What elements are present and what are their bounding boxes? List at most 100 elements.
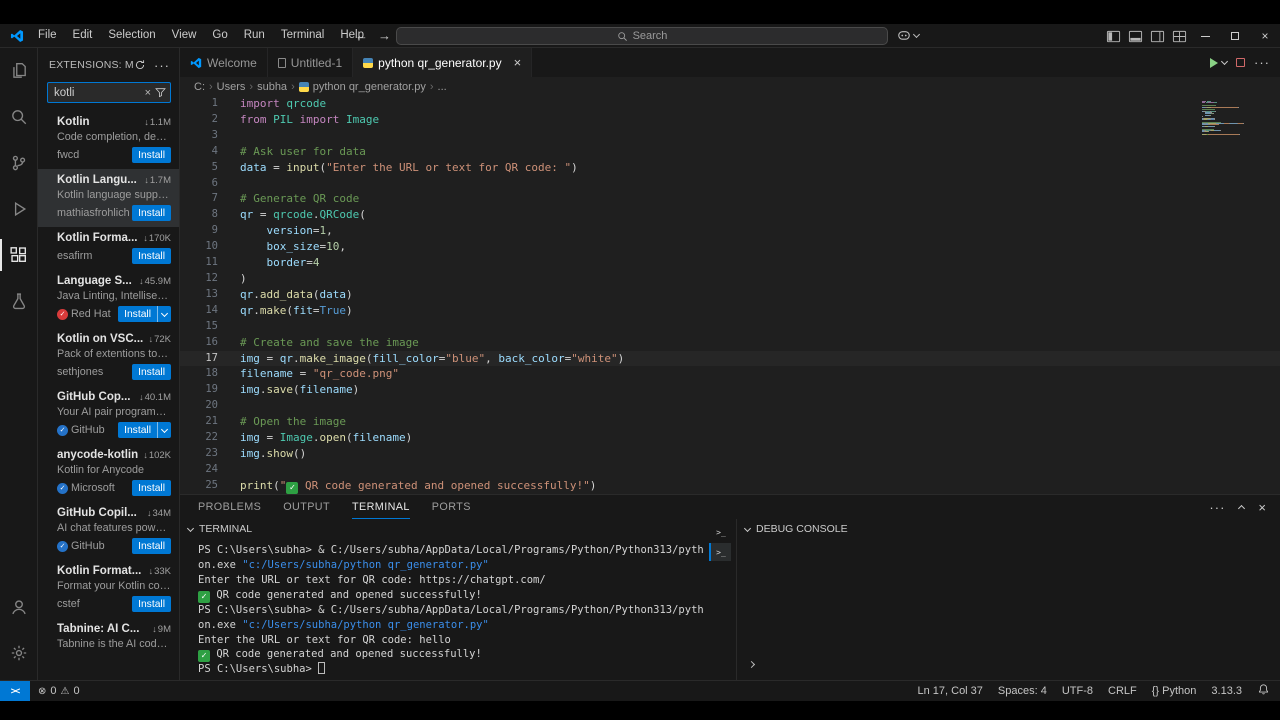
menu-file[interactable]: File — [30, 24, 65, 47]
menu-selection[interactable]: Selection — [100, 24, 163, 47]
code-line[interactable]: 8 qr = qrcode.QRCode( — [180, 207, 1280, 223]
toggle-panel-icon[interactable] — [1124, 24, 1146, 48]
forward-arrow-icon[interactable]: → — [378, 24, 391, 47]
menu-go[interactable]: Go — [204, 24, 235, 47]
terminal-section-header[interactable]: TERMINAL — [180, 519, 736, 539]
install-dropdown-icon[interactable] — [157, 422, 171, 438]
status-eol[interactable]: CRLF — [1108, 685, 1137, 697]
code-line[interactable]: 16 # Create and save the image — [180, 335, 1280, 351]
code-line[interactable]: 20 — [180, 398, 1280, 414]
extension-list-item[interactable]: GitHub Copil... ↓34M AI chat features powe… — [38, 502, 179, 560]
maximize-panel-icon[interactable] — [1238, 504, 1246, 513]
extension-list-item[interactable]: Tabnine: AI C... ↓9M Tabnine is the AI cod… — [38, 618, 179, 656]
code-line[interactable]: 9 version=1, — [180, 223, 1280, 239]
extension-list-item[interactable]: Kotlin on VSC... ↓72K Pack of extentions t… — [38, 328, 179, 386]
status-python-version[interactable]: 3.13.3 — [1211, 685, 1242, 697]
breadcrumb-item[interactable]: Users — [217, 81, 246, 93]
code-line[interactable]: 22 img = Image.open(filename) — [180, 430, 1280, 446]
extension-list-item[interactable]: Language S... ↓45.9M Java Linting, Intelli… — [38, 270, 179, 328]
command-center-search[interactable]: Search — [396, 27, 888, 45]
status-language-mode[interactable]: {} Python — [1152, 685, 1197, 697]
refresh-icon[interactable] — [134, 59, 146, 71]
activitybar-extensions[interactable] — [0, 232, 37, 278]
code-line[interactable]: 21 # Open the image — [180, 414, 1280, 430]
install-button[interactable]: Install — [132, 248, 171, 264]
activitybar-run-debug[interactable] — [0, 186, 37, 232]
install-dropdown-icon[interactable] — [157, 306, 171, 322]
code-line[interactable]: 6 — [180, 176, 1280, 192]
status-encoding[interactable]: UTF-8 — [1062, 685, 1093, 697]
more-actions-icon[interactable]: ··· — [154, 58, 170, 73]
debug-console-prompt[interactable] — [747, 654, 756, 672]
code-line[interactable]: 14 qr.make(fit=True) — [180, 303, 1280, 319]
close-tab-icon[interactable]: × — [514, 55, 522, 70]
filter-icon[interactable] — [155, 87, 166, 98]
code-line[interactable]: 19 img.save(filename) — [180, 382, 1280, 398]
install-button[interactable]: Install — [118, 422, 171, 438]
panel-tab-terminal[interactable]: TERMINAL — [352, 495, 410, 519]
code-line[interactable]: 1 import qrcode — [180, 96, 1280, 112]
code-line[interactable]: 3 — [180, 128, 1280, 144]
square-icon[interactable] — [1236, 58, 1245, 67]
run-python-file-button[interactable] — [1210, 57, 1229, 68]
activitybar-testing[interactable] — [0, 278, 37, 324]
debug-console-header[interactable]: DEBUG CONSOLE — [737, 519, 1280, 539]
tab-untitled-1[interactable]: Untitled-1 — [267, 48, 354, 77]
code-line[interactable]: 15 — [180, 319, 1280, 335]
code-line[interactable]: 25 print(" ✓ QR code generated and opened … — [180, 478, 1280, 494]
activitybar-source-control[interactable] — [0, 140, 37, 186]
activitybar-accounts[interactable] — [0, 584, 37, 630]
install-button[interactable]: Install — [132, 205, 171, 221]
code-line[interactable]: 17 img = qr.make_image(fill_color="blue",… — [180, 351, 1280, 367]
activitybar-search[interactable] — [0, 94, 37, 140]
terminal-tab-icon-active[interactable]: >_ — [709, 543, 731, 561]
extension-list-item[interactable]: anycode-kotlin ↓102K Kotlin for Anycode ✓ Mi… — [38, 444, 179, 502]
breadcrumb-item[interactable]: python qr_generator.py — [298, 81, 426, 93]
code-line[interactable]: 7 # Generate QR code — [180, 191, 1280, 207]
copilot-menu-button[interactable] — [897, 28, 921, 42]
code-line[interactable]: 12) — [180, 271, 1280, 287]
close-panel-icon[interactable]: × — [1258, 500, 1266, 515]
remote-indicator[interactable]: >< — [0, 681, 30, 701]
menu-edit[interactable]: Edit — [65, 24, 101, 47]
extensions-search-input[interactable] — [54, 86, 145, 99]
install-button[interactable]: Install — [132, 480, 171, 496]
minimize-button[interactable] — [1190, 24, 1220, 48]
extension-list-item[interactable]: Kotlin Langu... ↓1.7M Kotlin language supp… — [38, 169, 179, 227]
maximize-button[interactable] — [1220, 24, 1250, 48]
breadcrumb-item[interactable]: C: — [194, 81, 205, 93]
install-button[interactable]: Install — [132, 364, 171, 380]
tab-python-qr-generator-py[interactable]: python qr_generator.py × — [353, 48, 533, 77]
panel-tab-output[interactable]: OUTPUT — [283, 495, 330, 519]
code-line[interactable]: 11 border=4 — [180, 255, 1280, 271]
extension-list-item[interactable]: Kotlin Format... ↓33K Format your Kotlin c… — [38, 560, 179, 618]
terminal-output[interactable]: PS C:\Users\subha> & C:/Users/subha/AppD… — [180, 539, 736, 680]
menu-view[interactable]: View — [164, 24, 205, 47]
code-line[interactable]: 18 filename = "qr_code.png" — [180, 366, 1280, 382]
terminal-tab-icon[interactable]: >_ — [709, 523, 731, 541]
clear-search-icon[interactable]: × — [145, 87, 151, 99]
status-cursor-position[interactable]: Ln 17, Col 37 — [917, 685, 982, 697]
panel-more-actions-icon[interactable]: ··· — [1209, 500, 1225, 515]
back-arrow-icon[interactable]: ← — [355, 24, 368, 47]
install-button[interactable]: Install — [132, 596, 171, 612]
code-line[interactable]: 4 # Ask user for data — [180, 144, 1280, 160]
extension-list-item[interactable]: Kotlin Forma... ↓170K esafirm Install — [38, 227, 179, 270]
notifications-bell-icon[interactable] — [1257, 683, 1270, 699]
code-line[interactable]: 2 from PIL import Image — [180, 112, 1280, 128]
install-button[interactable]: Install — [132, 538, 171, 554]
breadcrumb-item[interactable]: subha — [257, 81, 287, 93]
code-line[interactable]: 5 data = input("Enter the URL or text for… — [180, 160, 1280, 176]
breadcrumb-item[interactable]: ... — [438, 81, 447, 93]
extension-list-item[interactable]: GitHub Cop... ↓40.1M Your AI pair programm… — [38, 386, 179, 444]
customize-layout-icon[interactable] — [1168, 24, 1190, 48]
toggle-secondary-sidebar-icon[interactable] — [1146, 24, 1168, 48]
menu-run[interactable]: Run — [236, 24, 273, 47]
code-editor[interactable]: 1 import qrcode 2 from PIL import Image 3 4 # … — [180, 96, 1280, 494]
status-indentation[interactable]: Spaces: 4 — [998, 685, 1047, 697]
install-button[interactable]: Install — [132, 147, 171, 163]
activitybar-settings[interactable] — [0, 630, 37, 676]
close-button[interactable]: × — [1250, 24, 1280, 48]
install-button[interactable]: Install — [118, 306, 171, 322]
minimap[interactable] — [1202, 101, 1266, 135]
